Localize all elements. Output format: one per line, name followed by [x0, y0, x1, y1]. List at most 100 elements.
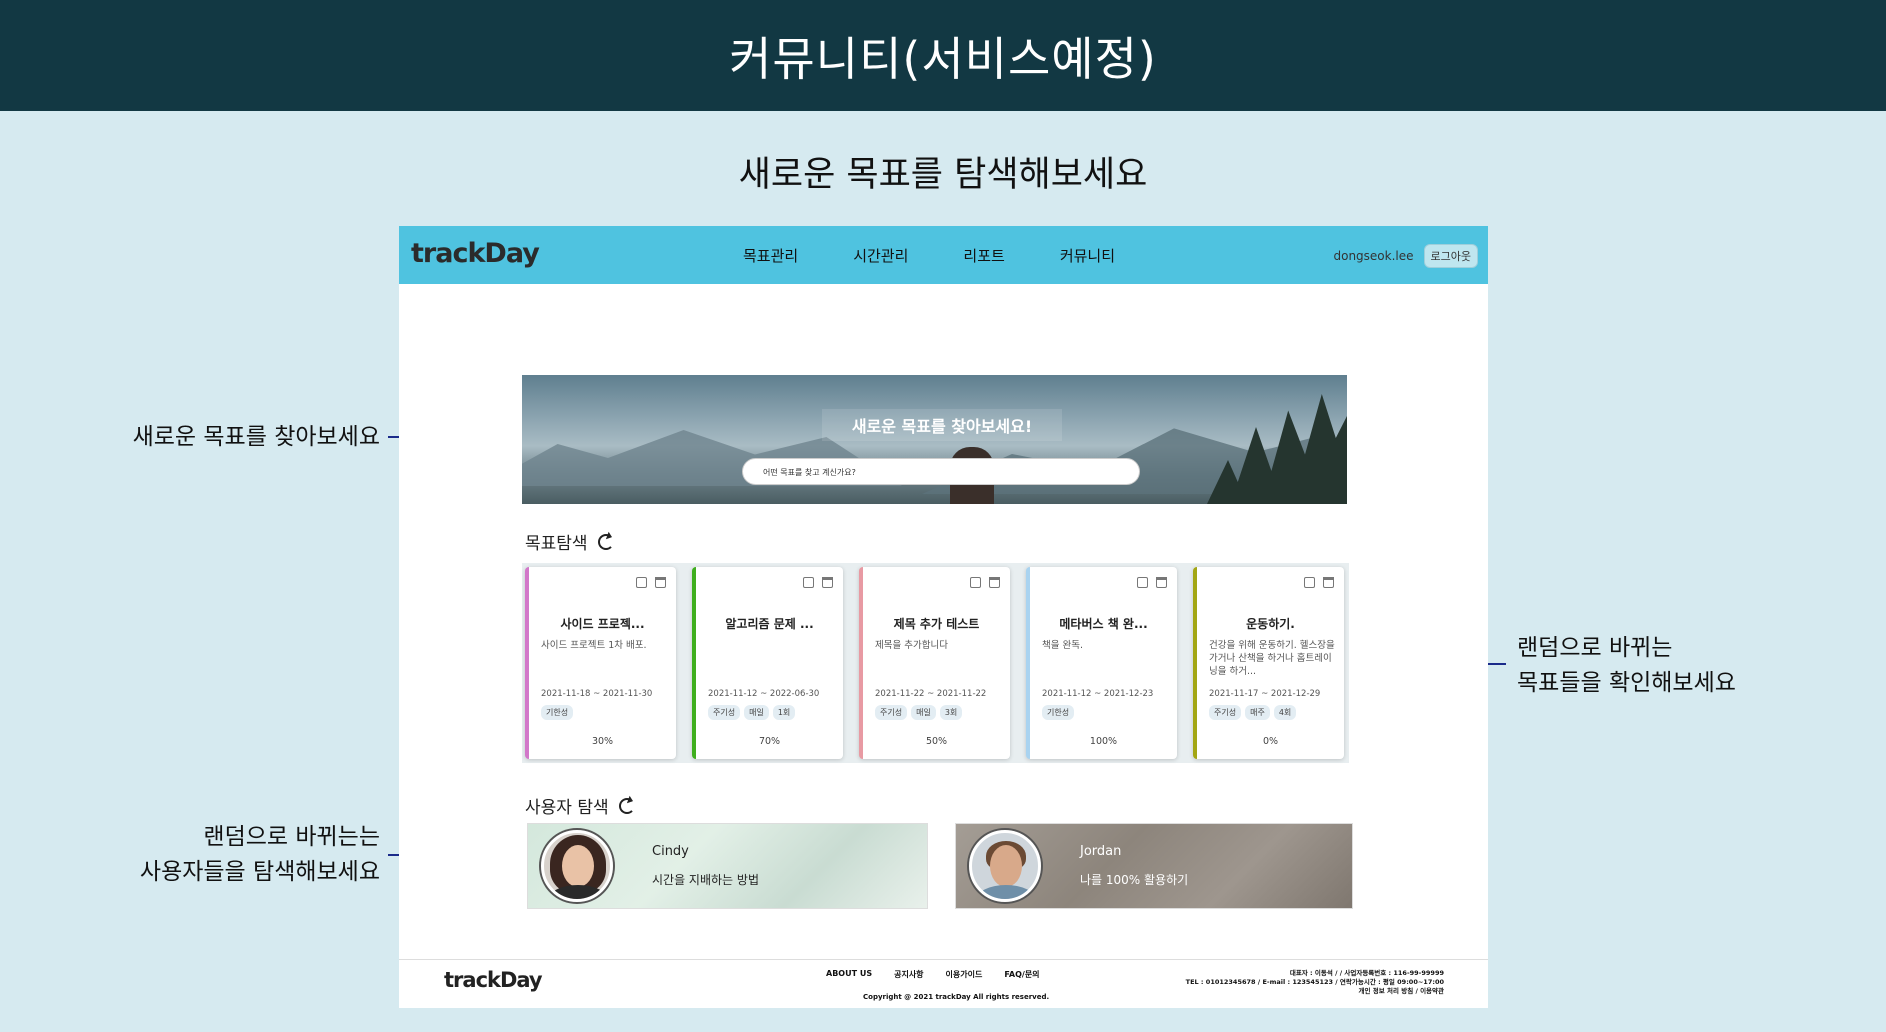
annotation-search-text: 새로운 목표를 찾아보세요	[132, 424, 380, 450]
goal-date-range: 2021-11-18 ~ 2021-11-30	[541, 689, 653, 699]
goal-title: 사이드 프로젝...	[560, 617, 645, 631]
goal-tags: 기한성	[541, 705, 574, 720]
goal-description: 사이드 프로젝트 1차 배포.	[541, 640, 647, 651]
hero-title: 새로운 목표를 찾아보세요!	[822, 409, 1062, 441]
goal-progress: 50%	[925, 736, 948, 747]
card-tools	[1137, 577, 1167, 588]
goal-tag: 매일	[744, 705, 769, 720]
trash-icon[interactable]	[655, 577, 666, 588]
goal-progress: 70%	[758, 736, 781, 747]
footer-links: ABOUT US 공지사항 이용가이드 FAQ/문의	[826, 969, 1062, 980]
nav-goal-management[interactable]: 목표관리	[743, 245, 798, 266]
nav-report[interactable]: 리포트	[963, 245, 1004, 266]
goal-section-header: 목표탐색	[525, 529, 614, 554]
annotation-users: 랜덤으로 바뀌는는 사용자들을 탐색해보세요	[80, 820, 380, 890]
goal-section-title: 목표탐색	[525, 534, 588, 554]
footer-info-line[interactable]: 개인 정보 처리 방침 / 이용약관	[1186, 987, 1444, 996]
goal-date-range: 2021-11-12 ~ 2022-06-30	[708, 689, 820, 699]
page-subtitle: 새로운 목표를 탐색해보세요	[738, 155, 1148, 195]
refresh-goals-icon[interactable]	[597, 533, 614, 550]
avatar-face	[562, 845, 594, 887]
edit-icon[interactable]	[1137, 577, 1148, 588]
logout-button[interactable]: 로그아웃	[1423, 244, 1478, 268]
edit-icon[interactable]	[636, 577, 647, 588]
goal-card[interactable]: 사이드 프로젝... 사이드 프로젝트 1차 배포. 2021-11-18 ~ 20…	[525, 567, 676, 759]
goal-description: 제목을 추가합니다	[875, 640, 948, 651]
user-motto: 나를 100% 활용하기	[1080, 873, 1189, 887]
goal-card-list: 사이드 프로젝... 사이드 프로젝트 1차 배포. 2021-11-18 ~ 20…	[522, 563, 1349, 763]
goal-progress: 100%	[1089, 736, 1118, 747]
nav-community[interactable]: 커뮤니티	[1060, 245, 1115, 266]
user-section-header: 사용자 탐색	[525, 793, 635, 818]
annotation-goals-line1: 랜덤으로 바뀌는	[1517, 635, 1673, 661]
goal-tag: 주기성	[708, 705, 741, 720]
goal-card[interactable]: 메타버스 책 완... 책을 완독. 2021-11-12 ~ 2021-12-23…	[1026, 567, 1177, 759]
user-name: Cindy	[652, 844, 689, 859]
nav-time-management[interactable]: 시간관리	[853, 245, 908, 266]
footer-company-info: 대표자 : 이동석 / / 사업자등록번호 : 116-99-99999 TEL…	[1186, 969, 1444, 996]
user-section-title: 사용자 탐색	[525, 798, 609, 818]
goal-date-range: 2021-11-17 ~ 2021-12-29	[1209, 689, 1321, 699]
trash-icon[interactable]	[1156, 577, 1167, 588]
username: dongseok.lee	[1333, 249, 1414, 263]
user-name: Jordan	[1080, 844, 1122, 859]
goal-title: 운동하기.	[1246, 617, 1295, 631]
hero-banner: 새로운 목표를 찾아보세요! 어떤 목표를 찾고 계신가요?	[522, 375, 1347, 504]
goal-tag: 기한성	[541, 705, 574, 720]
goal-date-range: 2021-11-22 ~ 2021-11-22	[875, 689, 987, 699]
goal-card[interactable]: 운동하기. 건강을 위해 운동하기. 헬스장을 가거나 산책을 하거나 홈트레이닝…	[1193, 567, 1344, 759]
goal-tags: 주기성 매주 4회	[1209, 705, 1297, 720]
footer-link-about[interactable]: ABOUT US	[826, 969, 872, 980]
refresh-users-icon[interactable]	[618, 797, 635, 814]
goal-title: 제목 추가 테스트	[893, 617, 980, 631]
trash-icon[interactable]	[822, 577, 833, 588]
user-card-jordan[interactable]: Jordan 나를 100% 활용하기	[955, 823, 1353, 909]
goal-search-input[interactable]: 어떤 목표를 찾고 계신가요?	[742, 458, 1140, 485]
app-logo[interactable]: trackDay	[411, 238, 540, 269]
goal-tags: 주기성 매일 3회	[875, 705, 963, 720]
goal-tags: 주기성 매일 1회	[708, 705, 796, 720]
annotation-goals-line2: 목표들을 확인해보세요	[1517, 670, 1736, 696]
avatar	[969, 830, 1041, 902]
footer-link-guide[interactable]: 이용가이드	[946, 969, 983, 980]
edit-icon[interactable]	[803, 577, 814, 588]
edit-icon[interactable]	[1304, 577, 1315, 588]
banner-title: 커뮤니티(서비스예정)	[729, 31, 1157, 86]
footer-link-notice[interactable]: 공지사항	[894, 969, 923, 980]
footer-info-line: TEL : 01012345678 / E-mail : 123545123 /…	[1185, 978, 1444, 986]
edit-icon[interactable]	[970, 577, 981, 588]
goal-title: 메타버스 책 완...	[1059, 617, 1148, 631]
annotation-users-line2: 사용자들을 탐색해보세요	[139, 859, 380, 885]
annotation-search: 새로운 목표를 찾아보세요	[100, 420, 380, 455]
goal-tag: 기한성	[1042, 705, 1075, 720]
goal-tag: 주기성	[875, 705, 908, 720]
card-tools	[803, 577, 833, 588]
card-tools	[1304, 577, 1334, 588]
app-screenshot: trackDay 목표관리 시간관리 리포트 커뮤니티 dongseok.lee…	[399, 226, 1488, 1008]
footer-logo[interactable]: trackDay	[444, 968, 543, 992]
user-motto: 시간을 지배하는 방법	[652, 873, 759, 887]
annotation-users-line1: 랜덤으로 바뀌는는	[203, 824, 380, 850]
goal-tag: 3회	[939, 705, 963, 720]
avatar	[541, 830, 613, 902]
trash-icon[interactable]	[989, 577, 1000, 588]
goal-card[interactable]: 제목 추가 테스트제목을 추가합니다 2021-11-22 ~ 2021-11-2…	[859, 567, 1010, 759]
card-tools	[970, 577, 1000, 588]
goal-progress: 0%	[1262, 736, 1279, 747]
trash-icon[interactable]	[1323, 577, 1334, 588]
annotation-goals: 랜덤으로 바뀌는 목표들을 확인해보세요	[1517, 631, 1817, 701]
avatar-face	[990, 845, 1022, 887]
goal-tag: 1회	[772, 705, 796, 720]
goal-progress: 30%	[591, 736, 614, 747]
goal-tag: 매일	[911, 705, 936, 720]
footer-link-faq[interactable]: FAQ/문의	[1004, 969, 1039, 980]
goal-tags: 기한성	[1042, 705, 1075, 720]
goal-description: 책을 완독.	[1042, 640, 1083, 651]
goal-tag: 주기성	[1209, 705, 1242, 720]
goal-card[interactable]: 알고리즘 문제 ... 2021-11-12 ~ 2022-06-30 주기성 매일 1…	[692, 567, 843, 759]
goal-date-range: 2021-11-12 ~ 2021-12-23	[1042, 689, 1154, 699]
goal-tag: 매주	[1245, 705, 1270, 720]
footer: trackDay ABOUT US 공지사항 이용가이드 FAQ/문의 Copy…	[399, 959, 1488, 1008]
goal-description: 건강을 위해 운동하기. 헬스장을 가거나 산책을 하거나 홈트레이닝을 하거.…	[1209, 640, 1335, 677]
user-card-cindy[interactable]: Cindy 시간을 지배하는 방법	[527, 823, 928, 909]
